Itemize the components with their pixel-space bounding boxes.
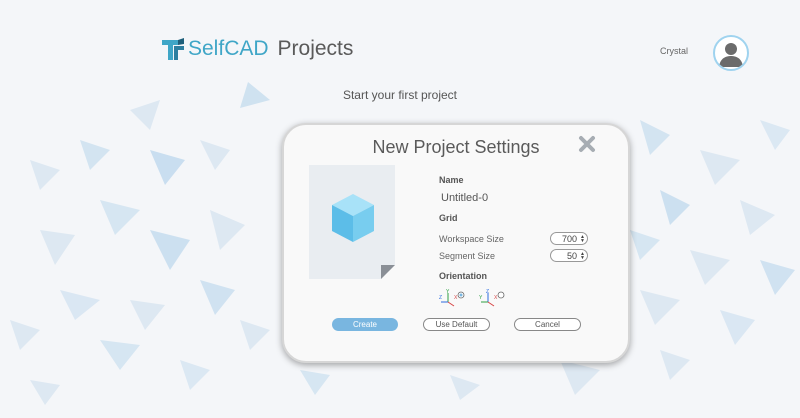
- close-icon[interactable]: [578, 135, 596, 153]
- segment-size-value: 50: [567, 250, 578, 261]
- user-avatar[interactable]: [713, 35, 749, 71]
- workspace-size-value: 700: [562, 233, 578, 244]
- use-default-button[interactable]: Use Default: [423, 318, 490, 331]
- orientation-option-zyx[interactable]: Z Y X: [438, 289, 466, 309]
- stepper-arrows-icon[interactable]: ▲ ▼: [580, 234, 585, 243]
- name-label: Name: [439, 175, 464, 185]
- selfcad-logo[interactable]: Self CAD Projects: [160, 34, 353, 64]
- stepper-arrows-icon[interactable]: ▲ ▼: [580, 251, 585, 260]
- page-fold-icon: [381, 265, 395, 279]
- logo-text-projects: Projects: [277, 37, 354, 60]
- selfcad-logo-icon: [162, 38, 184, 60]
- svg-text:Z: Z: [439, 295, 442, 301]
- svg-text:Y: Y: [446, 289, 450, 295]
- svg-text:X: X: [454, 295, 458, 301]
- start-first-project-text: Start your first project: [342, 88, 458, 102]
- grid-label: Grid: [439, 213, 458, 223]
- segment-size-label: Segment Size: [439, 251, 496, 261]
- cancel-button[interactable]: Cancel: [514, 318, 581, 331]
- logo-text-self: Self: [188, 37, 225, 60]
- project-name-field[interactable]: Untitled-0: [441, 192, 488, 204]
- project-preview: [309, 165, 395, 279]
- cube-icon: [332, 194, 374, 242]
- new-project-dialog: New Project Settings Name Untitled-0 Gri…: [282, 123, 630, 363]
- username[interactable]: Crystal: [660, 46, 688, 56]
- svg-text:Y: Y: [479, 295, 483, 301]
- user-avatar-icon: [719, 43, 743, 67]
- workspace-size-label: Workspace Size: [439, 234, 504, 244]
- orientation-option-yzx[interactable]: Y Z X: [478, 289, 506, 309]
- logo-text-cad: CAD: [224, 37, 269, 60]
- create-button[interactable]: Create: [332, 318, 398, 331]
- segment-size-stepper[interactable]: 50 ▲ ▼: [550, 249, 588, 262]
- dialog-title: New Project Settings: [372, 137, 540, 157]
- svg-text:X: X: [494, 295, 498, 301]
- workspace-size-stepper[interactable]: 700 ▲ ▼: [550, 232, 588, 245]
- orientation-label: Orientation: [439, 271, 488, 281]
- svg-text:Z: Z: [486, 289, 489, 295]
